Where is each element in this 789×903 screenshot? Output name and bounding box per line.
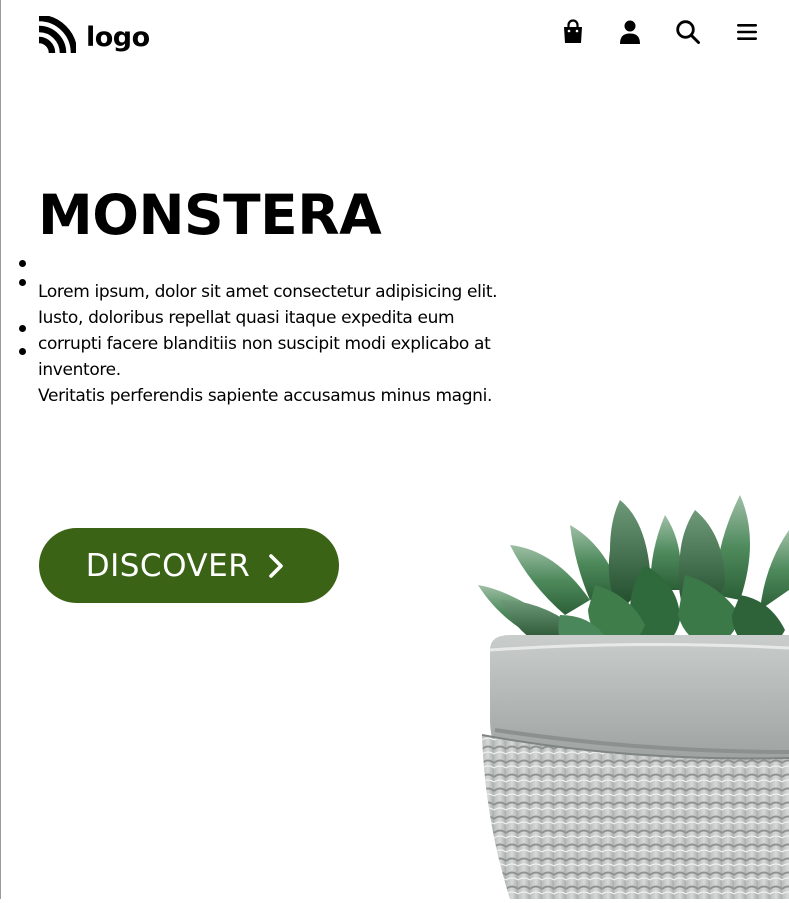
description-line: Lorem ipsum, dolor sit amet consectetur … [38,282,498,302]
list-bullet [19,325,26,332]
logo-text: logo [86,21,150,53]
hero-description: Lorem ipsum, dolor sit amet consectetur … [38,279,508,409]
page-left-border [0,0,1,899]
description-line: Iusto, doloribus repellat quasi itaque e… [38,308,455,328]
succulent-plant-image [470,490,789,899]
user-icon[interactable] [616,18,644,46]
chevron-right-icon [268,552,284,579]
list-bullet [19,348,26,355]
logo-link[interactable]: logo [38,14,150,58]
discover-button[interactable]: DISCOVER [39,528,339,603]
menu-icon[interactable] [733,18,761,46]
discover-button-label: DISCOVER [85,547,251,584]
list-bullet [19,279,26,286]
shopping-bag-icon[interactable] [559,18,587,46]
list-bullet [19,260,26,267]
description-line: inventore. [38,360,121,380]
logo-mark-icon [38,14,78,58]
search-icon[interactable] [674,18,702,46]
description-line: Veritatis perferendis sapiente accusamus… [38,386,493,406]
description-line: corrupti facere blanditiis non suscipit … [38,334,491,354]
page-title: MONSTERA [38,183,382,247]
